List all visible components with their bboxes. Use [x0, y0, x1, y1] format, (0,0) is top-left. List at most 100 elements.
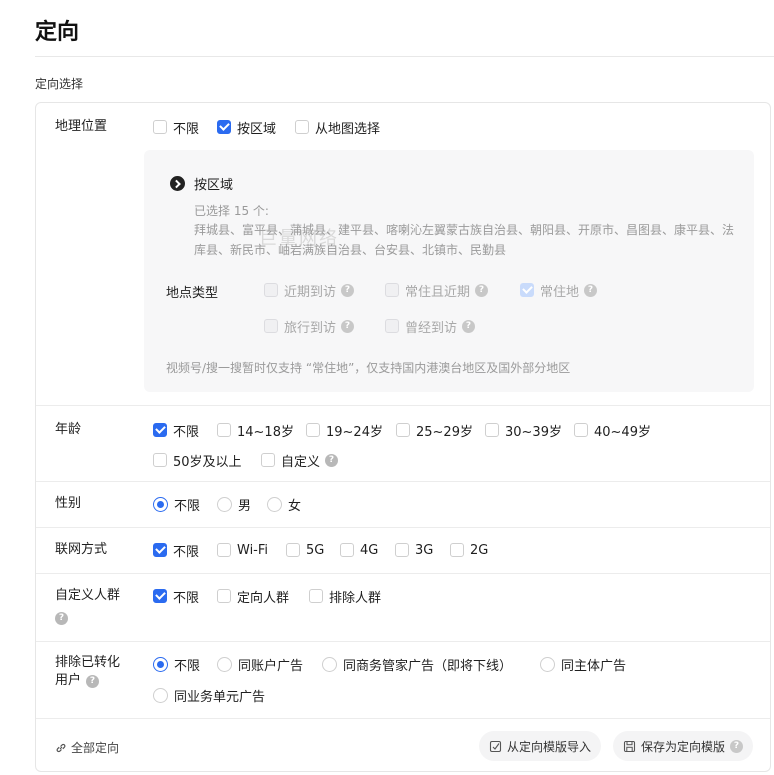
import-template-button[interactable]: 从定向模版导入 — [479, 731, 602, 761]
checkbox[interactable] — [153, 543, 167, 557]
option-label: 曾经到访 — [405, 320, 458, 336]
network-option-5g[interactable]: 5G — [286, 541, 324, 559]
gender-option-female[interactable]: 女 — [267, 495, 301, 514]
help-icon[interactable]: ? — [341, 283, 355, 297]
checkbox[interactable] — [217, 423, 231, 437]
geo-option-unlimited[interactable]: 不限 — [153, 118, 199, 137]
radio[interactable] — [153, 496, 168, 512]
option-label: 3G — [415, 542, 434, 558]
radio[interactable] — [322, 656, 337, 672]
network-option-unlimited[interactable]: 不限 — [153, 541, 199, 560]
save-template-button[interactable]: 保存为定向模版 ? — [613, 731, 754, 761]
age-option-19-24[interactable]: 19~24岁 — [306, 421, 383, 440]
exclude-label-line1: 排除已转化 — [55, 655, 121, 670]
radio[interactable] — [267, 496, 282, 512]
radio[interactable] — [217, 656, 232, 672]
option-label: 25~29岁 — [416, 424, 473, 440]
checkbox[interactable] — [340, 543, 354, 557]
network-option-3g[interactable]: 3G — [395, 541, 433, 559]
option-label: 14~18岁 — [237, 424, 294, 440]
age-option-custom[interactable]: 自定义 ? — [261, 451, 339, 470]
age-option-50-plus[interactable]: 50岁及以上 — [153, 451, 242, 470]
radio[interactable] — [217, 496, 232, 512]
checkbox[interactable] — [153, 120, 167, 134]
page-title: 定向 — [35, 20, 80, 45]
all-targeting-link[interactable]: 全部定向 — [55, 739, 119, 756]
checkbox[interactable] — [153, 453, 167, 467]
checkbox[interactable] — [295, 120, 309, 134]
checkbox[interactable] — [395, 543, 409, 557]
gender-option-unlimited[interactable]: 不限 — [153, 495, 201, 514]
audience-option-target[interactable]: 定向人群 — [217, 587, 289, 606]
checkbox[interactable] — [309, 589, 323, 603]
option-label: 50岁及以上 — [173, 454, 242, 470]
gender-option-male[interactable]: 男 — [217, 495, 251, 514]
age-option-25-29[interactable]: 25~29岁 — [396, 421, 473, 440]
gender-label: 性别 — [55, 496, 82, 511]
network-option-4g[interactable]: 4G — [340, 541, 378, 559]
option-label: 排除人群 — [329, 590, 382, 606]
exclude-option-same-manager[interactable]: 同商务管家广告（即将下线） — [322, 655, 512, 674]
help-icon[interactable]: ? — [584, 283, 598, 297]
checkbox[interactable] — [306, 423, 320, 437]
exclude-option-unlimited[interactable]: 不限 — [153, 655, 200, 674]
geo-option-by-region[interactable]: 按区域 — [217, 118, 276, 137]
age-option-unlimited[interactable]: 不限 — [153, 421, 199, 440]
help-icon[interactable]: ? — [86, 674, 100, 688]
radio[interactable] — [153, 687, 168, 703]
exclude-option-same-business-unit[interactable]: 同业务单元广告 — [153, 686, 265, 705]
radio[interactable] — [153, 656, 168, 672]
exclude-row: 排除已转化 用户 ? 不限 同账户广告 同商务管家广告（即将下线） 同主体广告 … — [36, 642, 770, 719]
age-option-30-39[interactable]: 30~39岁 — [485, 421, 562, 440]
checkbox[interactable] — [217, 543, 231, 557]
option-label: Wi-Fi — [237, 542, 269, 558]
geo-option-from-map[interactable]: 从地图选择 — [295, 118, 380, 137]
checkbox[interactable] — [450, 543, 464, 557]
checkbox[interactable] — [286, 543, 300, 557]
audience-option-unlimited[interactable]: 不限 — [153, 587, 200, 606]
checkbox — [385, 319, 399, 333]
help-icon[interactable]: ? — [462, 319, 476, 333]
help-icon[interactable]: ? — [325, 453, 339, 467]
help-icon[interactable]: ? — [55, 612, 68, 625]
checkbox — [520, 283, 534, 297]
targeting-panel: 地理位置 不限 按区域 从地图选择 按区域 已选择 15 个: 拜城县、富平县、… — [35, 102, 771, 772]
network-option-2g[interactable]: 2G — [450, 541, 488, 559]
option-label: 19~24岁 — [326, 424, 383, 440]
help-icon[interactable]: ? — [730, 739, 744, 753]
checkbox[interactable] — [153, 589, 167, 603]
checkbox[interactable] — [396, 423, 410, 437]
gender-row: 性别 不限 男 女 — [36, 482, 770, 528]
network-option-wifi[interactable]: Wi-Fi — [217, 541, 268, 559]
geo-row: 地理位置 不限 按区域 从地图选择 按区域 已选择 15 个: 拜城县、富平县、… — [36, 103, 770, 406]
help-icon[interactable]: ? — [341, 319, 355, 333]
exclude-label: 排除已转化 用户 ? — [55, 654, 120, 690]
checkbox[interactable] — [574, 423, 588, 437]
age-option-14-18[interactable]: 14~18岁 — [217, 421, 294, 440]
option-label: 近期到访 — [284, 284, 337, 300]
selected-count: 已选择 15 个: — [194, 204, 269, 218]
option-label: 30~39岁 — [505, 424, 562, 440]
import-icon — [489, 740, 502, 752]
title-divider — [35, 56, 774, 57]
age-row: 年龄 不限 14~18岁 19~24岁 25~29岁 30~39岁 40~49岁… — [36, 406, 770, 482]
checkbox[interactable] — [485, 423, 499, 437]
audience-option-exclude[interactable]: 排除人群 — [309, 587, 382, 606]
checkbox[interactable] — [217, 120, 231, 134]
chevron-right-icon[interactable] — [170, 176, 185, 191]
checkbox[interactable] — [153, 423, 167, 437]
age-option-40-49[interactable]: 40~49岁 — [574, 421, 651, 440]
option-label: 不限 — [174, 498, 201, 514]
option-label: 不限 — [173, 590, 200, 606]
exclude-option-same-account[interactable]: 同账户广告 — [217, 655, 303, 674]
help-icon[interactable]: ? — [475, 283, 489, 297]
region-header[interactable]: 按区域 — [170, 174, 233, 193]
all-targeting-label: 全部定向 — [71, 741, 120, 755]
checkbox — [264, 319, 278, 333]
network-label: 联网方式 — [55, 542, 108, 557]
checkbox[interactable] — [217, 589, 231, 603]
radio[interactable] — [540, 656, 555, 672]
exclude-option-same-entity[interactable]: 同主体广告 — [540, 655, 626, 674]
checkbox[interactable] — [261, 453, 275, 467]
audience-row: 自定义人群 ? 不限 定向人群 排除人群 — [36, 574, 770, 642]
